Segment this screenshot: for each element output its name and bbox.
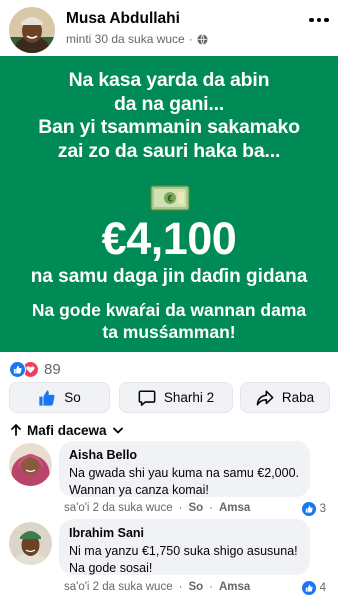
comment-likes[interactable]: 3: [301, 502, 326, 516]
comment-meta: sa'o'i 2 da suka wuce · So · Amsa: [64, 581, 251, 593]
post-meta: minti 30 da suka wuce ·: [66, 32, 208, 46]
comment-item: Aisha Bello Na gwada shi yau kuma na sam…: [0, 441, 338, 516]
share-button[interactable]: Raba: [240, 382, 330, 413]
comment-like-count: 4: [319, 582, 326, 594]
comment-text-line: Ni ma yanzu €1,750 suka shigo asusuna!: [69, 544, 298, 558]
comment-text: Ni ma yanzu €1,750 suka shigo asusuna! N…: [69, 543, 300, 576]
comment-text-line: Na gode sosai!: [69, 560, 153, 575]
post-header: Musa Abdullahi minti 30 da suka wuce ·: [0, 0, 338, 56]
commenter-avatar[interactable]: [9, 522, 52, 565]
headline-line: Na kasa yarda da abin: [68, 69, 270, 91]
comment-time[interactable]: sa'o'i 2 da suka wuce: [64, 502, 173, 514]
like-icon: [9, 360, 26, 378]
comment-reply-action[interactable]: Amsa: [219, 581, 250, 593]
post-banner: Na kasa yarda da abin da na gani... Ban …: [0, 56, 338, 352]
share-icon: [256, 389, 274, 406]
like-button[interactable]: So: [9, 382, 110, 413]
action-bar: So Sharhi 2 Raba: [0, 382, 338, 414]
sort-label: Mafi dacewa: [27, 422, 107, 438]
comment-time[interactable]: sa'o'i 2 da suka wuce: [64, 581, 173, 593]
banner-thanks: Na gode kwaŕai da wannan dama ta musśamm…: [0, 299, 338, 343]
post-time[interactable]: minti 30 da suka wuce: [66, 32, 185, 46]
more-icon[interactable]: [305, 10, 333, 30]
comment-likes[interactable]: 4: [301, 581, 326, 595]
svg-text:€: €: [167, 194, 172, 204]
comment-like-action[interactable]: So: [188, 502, 203, 514]
like-label: So: [64, 390, 81, 405]
comment-text-line: Wannan ya canza komai!: [69, 482, 209, 497]
like-icon: [301, 581, 316, 595]
author-avatar[interactable]: [9, 7, 55, 53]
thanks-line: ta musśamman!: [102, 322, 236, 342]
comment-item: Ibrahim Sani Ni ma yanzu €1,750 suka shi…: [0, 519, 338, 599]
chevron-down-icon: [112, 427, 123, 433]
thanks-line: Na gode kwaŕai da wannan dama: [31, 300, 307, 320]
comment-meta: sa'o'i 2 da suka wuce · So · Amsa: [64, 502, 251, 514]
comment-bubble: Ibrahim Sani Ni ma yanzu €1,750 suka shi…: [59, 519, 310, 575]
comment-button[interactable]: Sharhi 2: [119, 382, 233, 413]
headline-line: da na gani...: [113, 92, 225, 115]
banner-amount: €4,100: [101, 213, 237, 264]
commenter-avatar[interactable]: [9, 443, 52, 486]
like-icon: [301, 502, 316, 516]
comment-text-line: Na gwada shi yau kuma na samu €2,000.: [69, 466, 299, 480]
comment-author[interactable]: Aisha Bello: [69, 448, 300, 463]
banner-headline: Na kasa yarda da abin da na gani... Ban …: [0, 69, 338, 163]
comment-label: Sharhi 2: [163, 390, 215, 405]
comment-bubble: Aisha Bello Na gwada shi yau kuma na sam…: [59, 441, 310, 497]
headline-line: zai zo da sauri haka ba...: [57, 139, 281, 162]
comment-reply-action[interactable]: Amsa: [219, 502, 250, 514]
comment-sort[interactable]: Mafi dacewa: [11, 421, 123, 439]
arrow-up-icon: [11, 424, 21, 436]
author-name[interactable]: Musa Abdullahi: [66, 10, 180, 28]
comment-icon: [138, 389, 156, 406]
like-icon: [39, 389, 55, 406]
comment-text: Na gwada shi yau kuma na samu €2,000. Wa…: [69, 465, 300, 498]
reactions-summary[interactable]: 89: [9, 359, 61, 379]
comment-like-action[interactable]: So: [188, 581, 203, 593]
banknote-icon: €: [150, 185, 190, 211]
comment-like-count: 3: [319, 503, 326, 515]
banner-subtitle: na samu daga jin daɗin gidana: [30, 266, 308, 287]
globe-icon: [197, 33, 208, 45]
comment-author[interactable]: Ibrahim Sani: [69, 526, 300, 541]
headline-line: Ban yi tsammanin sakamako: [38, 116, 300, 138]
reaction-count: 89: [44, 360, 61, 378]
share-label: Raba: [281, 390, 315, 405]
